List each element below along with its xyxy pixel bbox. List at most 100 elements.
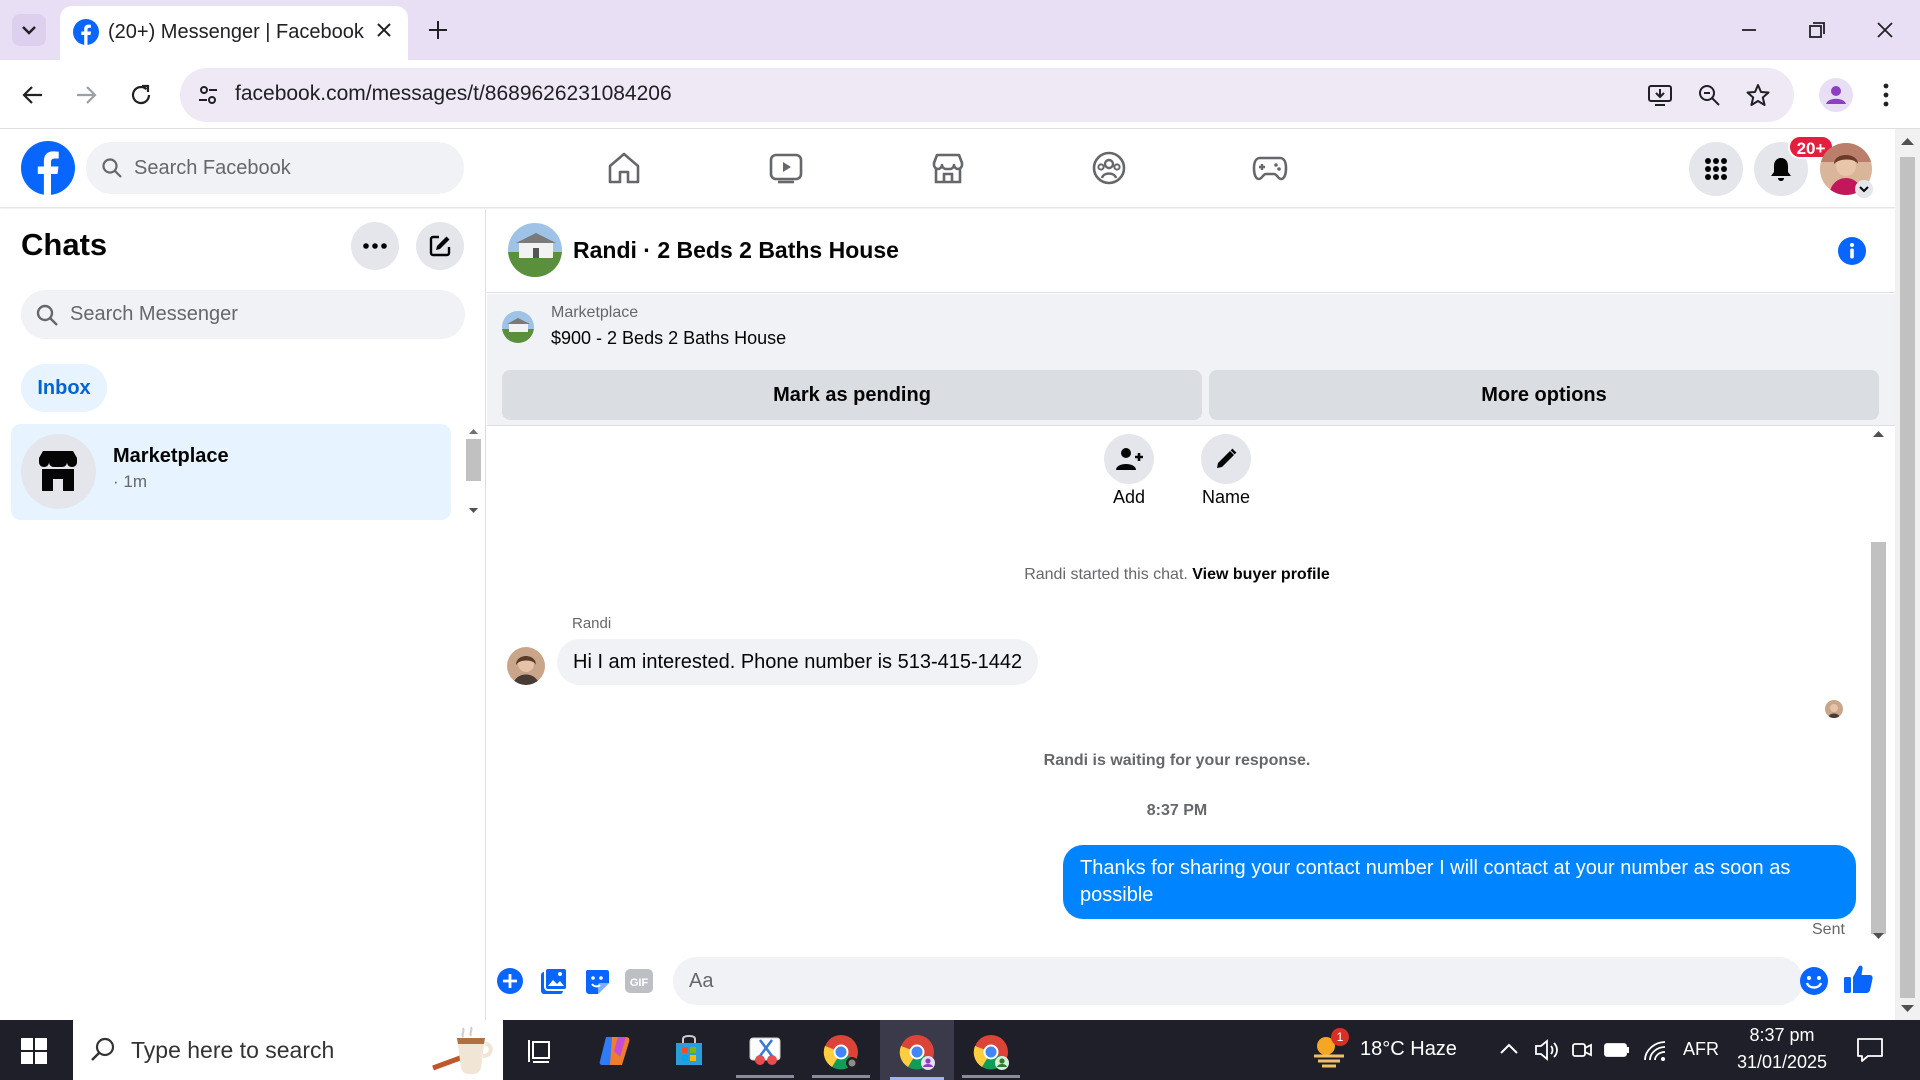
view-buyer-profile-link[interactable]: View buyer profile [1192, 566, 1330, 583]
chrome-profile-app-icon [898, 1033, 936, 1071]
windows-start-icon[interactable] [21, 1038, 47, 1064]
copilot-app-icon[interactable] [598, 1033, 634, 1069]
conversation-scrollbar[interactable] [1868, 428, 1889, 943]
emoji-icon[interactable] [1799, 966, 1829, 996]
forward-icon[interactable] [73, 82, 99, 108]
clock-time[interactable]: 8:37 pm [1734, 1025, 1830, 1046]
microsoft-store-icon[interactable] [672, 1034, 706, 1068]
speaker-volume-icon[interactable] [1534, 1038, 1560, 1062]
new-message-button[interactable] [416, 222, 464, 270]
account-menu-chevron-icon[interactable] [1855, 180, 1873, 198]
chrome-app-icon[interactable] [812, 1033, 870, 1078]
browser-tab-strip: (20+) Messenger | Facebook [0, 0, 1920, 60]
taskbar-search-box[interactable]: Type here to search [73, 1020, 503, 1080]
attach-photo-icon[interactable] [540, 967, 568, 995]
conversation-panel: Randi · 2 Beds 2 Baths House Marketplace… [487, 209, 1895, 1020]
notification-center-icon[interactable] [1856, 1037, 1884, 1063]
task-view-icon[interactable] [527, 1038, 553, 1064]
url-text: facebook.com/messages/t/8689626231084206 [235, 82, 672, 105]
taskbar-search-placeholder: Type here to search [131, 1037, 335, 1063]
site-info-icon[interactable] [196, 83, 220, 107]
close-window-icon[interactable] [1873, 18, 1897, 42]
weather-text[interactable]: 18°C Haze [1360, 1038, 1457, 1061]
gif-icon[interactable]: GIF [625, 969, 653, 993]
profile-icon[interactable] [1818, 77, 1854, 113]
page-scrollbar[interactable] [1895, 129, 1920, 1020]
more-dots-icon [363, 243, 387, 249]
listing-title[interactable]: $900 - 2 Beds 2 Baths House [551, 328, 786, 349]
reload-icon[interactable] [128, 82, 154, 108]
menu-button[interactable] [1689, 142, 1743, 196]
sticker-icon[interactable] [583, 967, 611, 995]
home-icon[interactable] [606, 151, 642, 185]
zoom-icon[interactable] [1696, 82, 1722, 108]
marketplace-store-icon [35, 448, 81, 494]
inbox-filter-tab[interactable]: Inbox [21, 364, 107, 412]
chrome-active-app-button[interactable] [880, 1020, 954, 1080]
chats-title: Chats [21, 227, 108, 262]
tab-search-button[interactable] [12, 14, 46, 46]
facebook-favicon-icon [73, 19, 99, 45]
install-app-icon[interactable] [1647, 82, 1673, 108]
new-tab-icon[interactable] [426, 18, 450, 42]
sender-avatar[interactable] [507, 647, 545, 685]
restore-icon[interactable] [1805, 18, 1829, 42]
snipping-tool-icon[interactable] [736, 1034, 794, 1078]
address-bar[interactable]: facebook.com/messages/t/8689626231084206 [180, 68, 1794, 122]
chats-options-button[interactable] [351, 222, 399, 270]
chrome-secondary-profile-icon[interactable] [962, 1033, 1020, 1078]
search-icon [35, 303, 59, 327]
waiting-notice: Randi is waiting for your response. [1043, 752, 1311, 769]
input-language[interactable]: AFR [1683, 1039, 1719, 1060]
close-tab-icon[interactable] [374, 20, 394, 40]
conversation-title[interactable]: Randi · 2 Beds 2 Baths House [573, 237, 899, 264]
add-people-button[interactable] [1104, 434, 1154, 484]
battery-icon[interactable] [1603, 1039, 1631, 1061]
chat-list-item-marketplace[interactable]: Marketplace · 1m [11, 424, 451, 520]
outgoing-message-bubble[interactable]: Thanks for sharing your contact number I… [1063, 845, 1856, 919]
marketplace-avatar [21, 434, 96, 509]
sender-name: Randi [572, 615, 612, 632]
conversation-avatar[interactable] [507, 222, 563, 278]
listing-source-label: Marketplace [551, 304, 639, 321]
browser-tab-active[interactable]: (20+) Messenger | Facebook [60, 6, 408, 60]
show-hidden-icons-chevron-icon[interactable] [1498, 1041, 1520, 1057]
add-person-icon [1116, 447, 1144, 471]
conversation-info-icon[interactable] [1838, 237, 1866, 265]
marketplace-icon[interactable] [930, 151, 966, 185]
more-actions-plus-icon[interactable] [496, 967, 524, 995]
marketplace-listing-bar: Marketplace $900 - 2 Beds 2 Baths House … [487, 294, 1895, 426]
incoming-message-bubble[interactable]: Hi I am interested. Phone number is 513-… [557, 639, 1039, 685]
facebook-header: Search Facebook 20+ [0, 129, 1895, 208]
read-receipt-avatar [1825, 700, 1843, 718]
bell-icon [1769, 156, 1793, 182]
meet-camera-icon[interactable] [1571, 1039, 1593, 1061]
back-icon[interactable] [20, 82, 46, 108]
conversation-header: Randi · 2 Beds 2 Baths House [487, 209, 1895, 293]
facebook-search-placeholder: Search Facebook [134, 157, 291, 179]
chat-list-scrollbar[interactable] [463, 426, 484, 518]
chat-started-notice: Randi started this chat. View buyer prof… [487, 566, 1867, 584]
watch-video-icon[interactable] [768, 151, 804, 185]
messenger-search-input[interactable]: Search Messenger [21, 290, 465, 339]
chats-sidebar: Chats Search Messenger Inbox Marketplace… [0, 209, 486, 1020]
edit-name-button[interactable] [1201, 434, 1251, 484]
mark-as-pending-button[interactable]: Mark as pending [502, 370, 1202, 420]
chrome-menu-icon[interactable] [1878, 82, 1894, 108]
weather-alert-badge: 1 [1331, 1028, 1349, 1046]
gaming-icon[interactable] [1252, 153, 1288, 183]
message-composer-input[interactable]: Aa [673, 957, 1803, 1005]
facebook-logo-icon[interactable] [21, 141, 75, 195]
clock-date[interactable]: 31/01/2025 [1734, 1052, 1830, 1073]
more-options-button[interactable]: More options [1209, 370, 1879, 420]
facebook-search-input[interactable]: Search Facebook [86, 142, 464, 194]
bookmark-star-icon[interactable] [1745, 82, 1771, 108]
groups-icon[interactable] [1091, 150, 1127, 186]
listing-thumbnail[interactable] [502, 311, 534, 343]
wifi-icon[interactable] [1642, 1038, 1668, 1062]
name-label: Name [1201, 487, 1250, 507]
like-thumbs-up-icon[interactable] [1842, 963, 1874, 995]
sent-status: Sent [1812, 921, 1845, 938]
minimize-icon[interactable] [1737, 18, 1761, 42]
chat-item-time: · 1m [113, 472, 147, 491]
